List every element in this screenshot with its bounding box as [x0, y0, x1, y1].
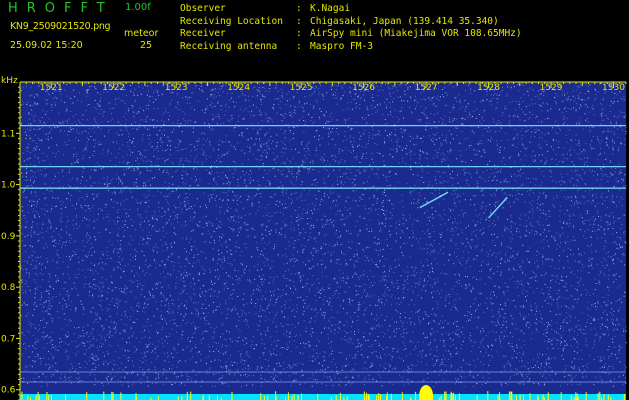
- header-panel: HROFFT 1.00f KN9_2509021520.png meteor 2…: [0, 0, 629, 74]
- spectrogram-plot: 1521 1522 1523 1524 1525 1526 1527 1528 1529 1530…: [1, 76, 627, 400]
- x-tick-label: 1527: [415, 83, 438, 93]
- x-tick-label: 1529: [540, 83, 563, 93]
- y-tick-label: 0.6: [1, 386, 16, 396]
- x-tick-label: 1524: [227, 83, 250, 93]
- app-title: HROFFT: [8, 1, 114, 16]
- info-row-antenna: Receiving antenna: Maspro FM-3: [180, 40, 373, 52]
- info-row-location: Receiving Location: Chigasaki, Japan (139…: [180, 15, 499, 27]
- x-tick-label: 1530: [602, 83, 625, 93]
- y-tick-label: 1.0: [1, 181, 16, 191]
- y-axis: 1.1 1.0 0.9 0.8 0.7 0.6: [1, 82, 21, 400]
- count-label: 25: [140, 40, 153, 51]
- y-tick-label: 0.7: [1, 334, 15, 344]
- observation-info: Observer: K.Nagai Receiving Location: Chig…: [180, 3, 522, 53]
- info-row-receiver: Receiver: AirSpy mini (Miakejima VOR 108.…: [180, 28, 522, 39]
- x-tick-label: 1522: [102, 83, 125, 93]
- info-row-observer: Observer: K.Nagai: [180, 3, 351, 14]
- y-tick-label: 1.1: [1, 129, 15, 139]
- y-unit-label: kHz: [1, 76, 18, 86]
- y-tick-label: 0.9: [1, 232, 16, 242]
- file-name: KN9_2509021520.png: [10, 21, 111, 32]
- x-tick-label: 1525: [290, 83, 313, 93]
- mode-label: meteor: [124, 28, 159, 39]
- x-tick-label: 1526: [352, 83, 375, 93]
- y-tick-label: 0.8: [1, 283, 16, 293]
- version-label: 1.00f: [125, 2, 151, 13]
- x-tick-label: 1528: [477, 83, 500, 93]
- datetime-label: 25.09.02 15:20: [10, 40, 83, 51]
- x-tick-label: 1521: [40, 83, 63, 93]
- baseline-fill: [20, 394, 626, 400]
- x-tick-label: 1523: [165, 83, 188, 93]
